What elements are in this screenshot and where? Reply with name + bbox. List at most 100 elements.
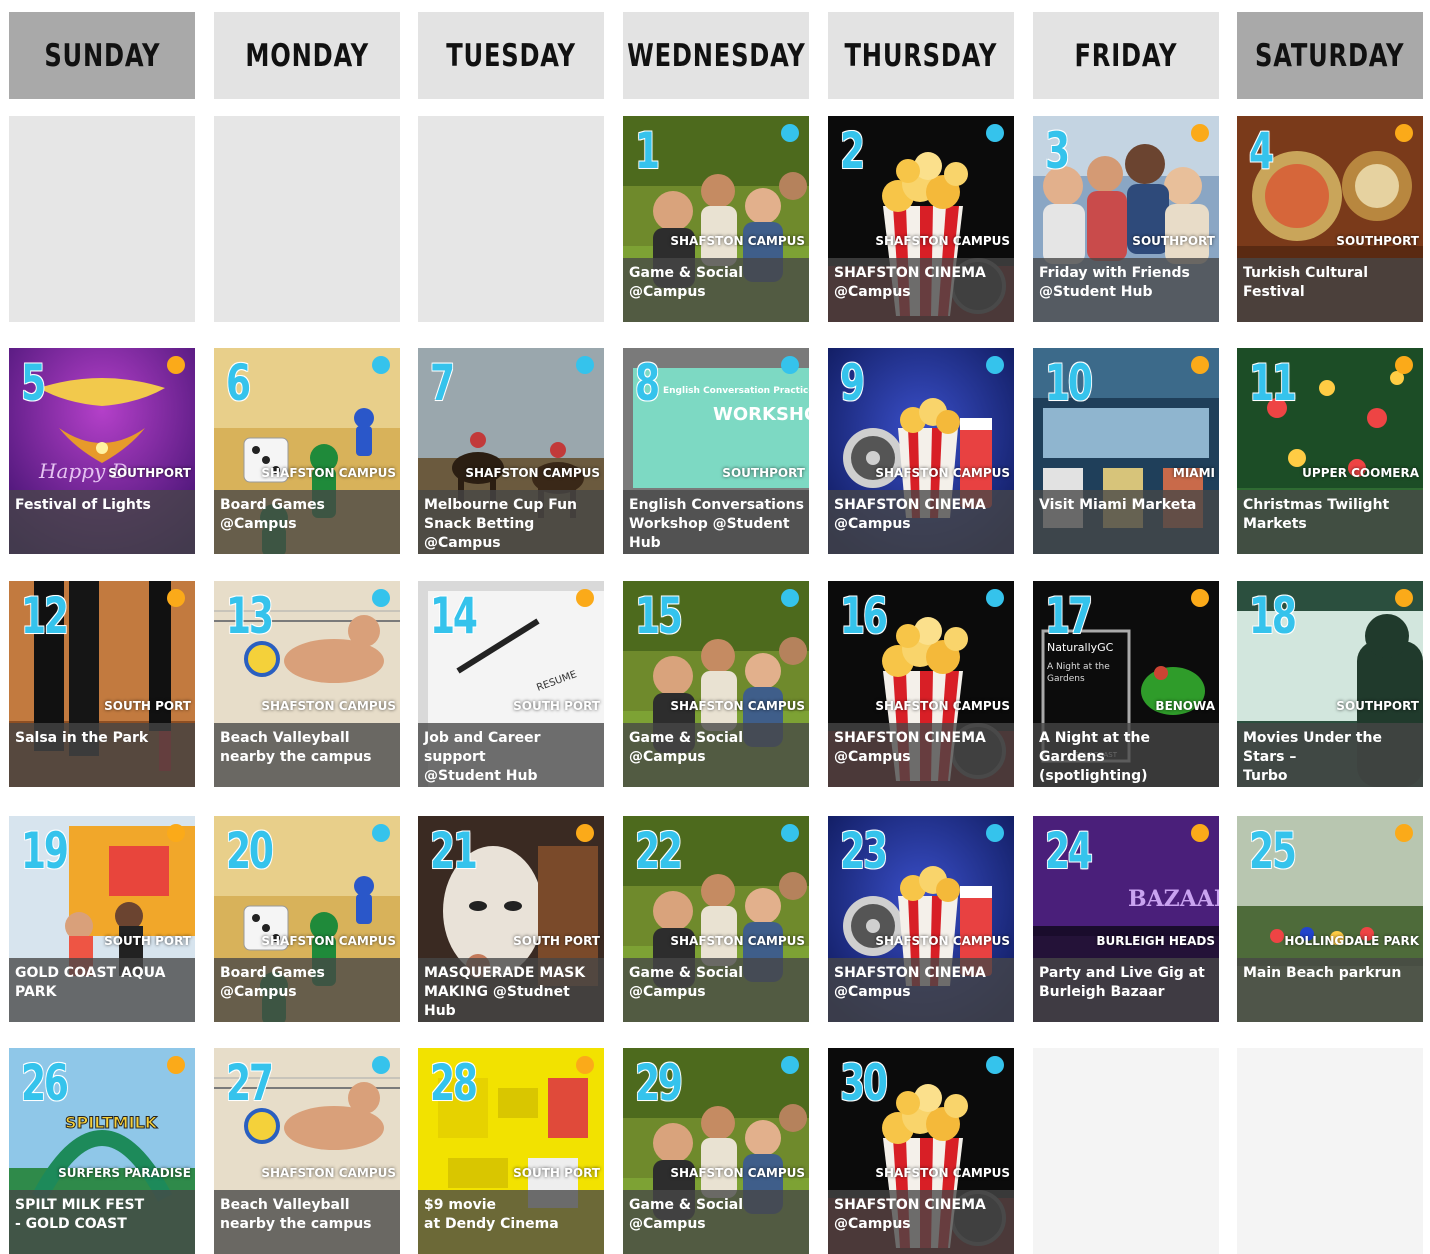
offsite-dot-icon (576, 824, 594, 842)
event-card-day-25[interactable]: 25 HOLLINGDALE PARK Main Beach parkrun (1237, 816, 1423, 1022)
empty-day-cell (1237, 1048, 1423, 1254)
event-location: SOUTHPORT (1336, 234, 1419, 248)
event-location: SOUTH PORT (513, 1166, 600, 1180)
offsite-dot-icon (1395, 356, 1413, 374)
campus-dot-icon (986, 1056, 1004, 1074)
day-header-thursday: THURSDAY (828, 12, 1014, 99)
campus-dot-icon (781, 824, 799, 842)
event-card-day-26[interactable]: SPILTMILK 26 SURFERS PARADISE SPILT MILK FE… (9, 1048, 195, 1254)
event-card-day-3[interactable]: 3 SOUTHPORT Friday with Friends @Student H… (1033, 116, 1219, 322)
event-location: SHAFSTON CAMPUS (670, 234, 805, 248)
event-card-day-19[interactable]: 19 SOUTH PORT GOLD COAST AQUA PARK (9, 816, 195, 1022)
empty-day-cell (1033, 1048, 1219, 1254)
event-location: SHAFSTON CAMPUS (875, 699, 1010, 713)
event-card-day-7[interactable]: 7 SHAFSTON CAMPUS Melbourne Cup Fun Snack … (418, 348, 604, 554)
event-title: Friday with Friends @Student Hub (1039, 265, 1190, 300)
event-card-day-24[interactable]: BAZAAR 24 BURLEIGH HEADS Party and Live Gi… (1033, 816, 1219, 1022)
day-header-tuesday: TUESDAY (418, 12, 604, 99)
event-title: GOLD COAST AQUA PARK (15, 965, 166, 1000)
sign-text: BAZAAR (1128, 886, 1219, 912)
svg-text:Gardens: Gardens (1047, 674, 1085, 684)
event-card-day-17[interactable]: NaturallyGC A Night at the Gardens GOLDC… (1033, 581, 1219, 787)
day-header-sunday: SUNDAY (9, 12, 195, 99)
offsite-dot-icon (1191, 124, 1209, 142)
event-title: Main Beach parkrun (1243, 965, 1402, 981)
event-card-day-4[interactable]: 4 SOUTHPORT Turkish Cultural Festival (1237, 116, 1423, 322)
event-title: Salsa in the Park (15, 730, 149, 746)
day-number: 3 (1045, 122, 1070, 180)
event-card-day-2[interactable]: 2 SHAFSTON CAMPUS SHAFSTON CINEMA @Campus (828, 116, 1014, 322)
event-card-day-14[interactable]: RESUME 14 SOUTH PORT Job and Career support… (418, 581, 604, 787)
day-header-monday: MONDAY (214, 12, 400, 99)
event-location: SOUTHPORT (1132, 234, 1215, 248)
event-title: Board Games @Campus (220, 965, 325, 1000)
event-location: SHAFSTON CAMPUS (875, 1166, 1010, 1180)
event-location: BENOWA (1155, 699, 1215, 713)
event-title: MASQUERADE MASK MAKING @Studnet Hub (424, 965, 586, 1019)
day-number: 20 (226, 822, 274, 880)
event-location: SOUTH PORT (104, 699, 191, 713)
day-number: 15 (635, 587, 683, 645)
event-title: Game & Social @Campus (629, 1197, 744, 1232)
empty-day-cell (9, 116, 195, 322)
empty-day-cell (418, 116, 604, 322)
offsite-dot-icon (167, 356, 185, 374)
day-header-label: WEDNESDAY (626, 37, 806, 74)
event-location: SHAFSTON CAMPUS (670, 699, 805, 713)
event-location: SHAFSTON CAMPUS (875, 934, 1010, 948)
event-location: BURLEIGH HEADS (1096, 934, 1215, 948)
event-card-day-16[interactable]: 16 SHAFSTON CAMPUS SHAFSTON CINEMA @Campus (828, 581, 1014, 787)
event-card-day-9[interactable]: 9 SHAFSTON CAMPUS SHAFSTON CINEMA @Campus (828, 348, 1014, 554)
day-number: 26 (21, 1054, 69, 1112)
event-location: SURFERS PARADISE (58, 1166, 191, 1180)
event-location: SHAFSTON CAMPUS (261, 699, 396, 713)
event-card-day-8[interactable]: English Conversation Practice WORKSHOP 8 S… (623, 348, 809, 554)
event-card-day-12[interactable]: 12 SOUTH PORT Salsa in the Park (9, 581, 195, 787)
day-number: 2 (840, 122, 865, 180)
event-card-day-13[interactable]: 13 SHAFSTON CAMPUS Beach Valleyball nearby… (214, 581, 400, 787)
campus-dot-icon (576, 356, 594, 374)
event-card-day-18[interactable]: 18 SOUTHPORT Movies Under the Stars – Turb… (1237, 581, 1423, 787)
event-card-day-30[interactable]: 30 SHAFSTON CAMPUS SHAFSTON CINEMA @Campus (828, 1048, 1014, 1254)
event-title: Beach Valleyball nearby the campus (220, 1197, 372, 1232)
day-number: 21 (430, 822, 478, 880)
day-header-friday: FRIDAY (1033, 12, 1219, 99)
event-card-day-11[interactable]: 11 UPPER COOMERA Christmas Twilight Market… (1237, 348, 1423, 554)
day-header-saturday: SATURDAY (1237, 12, 1423, 99)
day-number: 25 (1249, 822, 1297, 880)
event-title: Turkish Cultural Festival (1243, 265, 1369, 300)
day-number: 24 (1045, 822, 1093, 880)
event-card-day-28[interactable]: 28 SOUTH PORT $9 movie at Dendy Cinema (418, 1048, 604, 1254)
day-number: 17 (1045, 587, 1093, 645)
event-title: SHAFSTON CINEMA @Campus (834, 265, 986, 300)
day-header-label: SUNDAY (44, 37, 160, 74)
event-card-day-6[interactable]: 6 SHAFSTON CAMPUS Board Games @Campus (214, 348, 400, 554)
event-card-day-15[interactable]: 15 SHAFSTON CAMPUS Game & Social @Campus (623, 581, 809, 787)
event-card-day-22[interactable]: 22 SHAFSTON CAMPUS Game & Social @Campus (623, 816, 809, 1022)
event-location: SOUTHPORT (1336, 699, 1419, 713)
event-card-day-23[interactable]: 23 SHAFSTON CAMPUS SHAFSTON CINEMA @Campus (828, 816, 1014, 1022)
event-location: SOUTH PORT (104, 934, 191, 948)
offsite-dot-icon (1191, 356, 1209, 374)
event-card-day-20[interactable]: 20 SHAFSTON CAMPUS Board Games @Campus (214, 816, 400, 1022)
event-card-day-27[interactable]: 27 SHAFSTON CAMPUS Beach Valleyball nearby… (214, 1048, 400, 1254)
event-card-day-21[interactable]: 21 SOUTH PORT MASQUERADE MASK MAKING @Stud… (418, 816, 604, 1022)
event-card-day-29[interactable]: 29 SHAFSTON CAMPUS Game & Social @Campus (623, 1048, 809, 1254)
event-title: Christmas Twilight Markets (1243, 497, 1390, 532)
event-title: $9 movie at Dendy Cinema (424, 1197, 559, 1232)
event-title: Party and Live Gig at Burleigh Bazaar (1039, 965, 1205, 1000)
campus-dot-icon (781, 124, 799, 142)
event-card-day-10[interactable]: 10 MIAMI Visit Miami Marketa (1033, 348, 1219, 554)
event-card-day-1[interactable]: 1 SHAFSTON CAMPUS Game & Social @Campus (623, 116, 809, 322)
day-number: 16 (840, 587, 888, 645)
event-location: SHAFSTON CAMPUS (261, 466, 396, 480)
offsite-dot-icon (1191, 824, 1209, 842)
event-card-day-5[interactable]: Happy D 5 SOUTHPORT Festival of Lights (9, 348, 195, 554)
event-title: SHAFSTON CINEMA @Campus (834, 497, 986, 532)
campus-dot-icon (986, 356, 1004, 374)
campus-dot-icon (372, 356, 390, 374)
event-location: SOUTHPORT (722, 466, 805, 480)
day-header-wednesday: WEDNESDAY (623, 12, 809, 99)
svg-text:English Conversation Practice: English Conversation Practice (663, 386, 809, 396)
event-location: SHAFSTON CAMPUS (875, 466, 1010, 480)
